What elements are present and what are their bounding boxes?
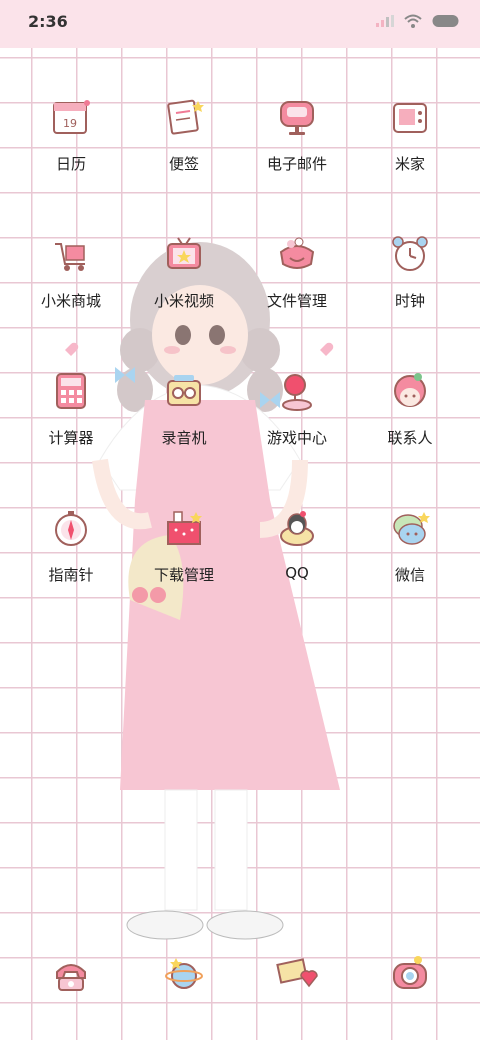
messages-icon[interactable] [275,952,319,996]
phone-icon[interactable] [49,952,93,996]
clock-icon [392,236,428,271]
compass-icon [55,511,87,546]
app-mihome[interactable]: 米家 [355,95,465,205]
app-download[interactable]: 下载管理 [129,506,239,616]
app-qq[interactable]: QQ [242,506,352,616]
qq-icon [280,511,314,546]
notes-icon [167,99,204,135]
app-label: 便签 [168,155,199,173]
app-file-manager[interactable]: 文件管理 [242,232,352,342]
app-label: 游戏中心 [266,429,327,447]
signal-icon [376,15,394,27]
video-icon [167,237,201,269]
app-label: 文件管理 [266,292,327,310]
app-label: 米家 [394,155,425,173]
browser-icon[interactable] [162,952,206,996]
file-manager-icon [279,237,315,269]
app-recorder[interactable]: 录音机 [129,369,239,479]
camera-icon[interactable] [388,952,432,996]
calculator-icon [56,373,86,409]
app-calculator[interactable]: 计算器 [16,369,126,479]
app-mall[interactable]: 小米商城 [16,232,126,342]
app-wechat[interactable]: 微信 [355,506,465,616]
email-icon [280,101,314,135]
app-game-center[interactable]: 游戏中心 [242,369,352,479]
app-label: 电子邮件 [266,155,327,173]
app-email[interactable]: 电子邮件 [242,95,352,205]
app-label: 小米视频 [153,292,214,310]
app-label: 录音机 [161,429,207,447]
app-contacts[interactable]: 联系人 [355,369,465,479]
status-bar: 2:36 [0,0,480,48]
status-icons [376,14,460,28]
app-label: 小米商城 [40,292,101,310]
wechat-icon [393,512,430,545]
game-center-icon [282,374,312,411]
app-clock[interactable]: 时钟 [355,232,465,342]
app-label: 计算器 [48,429,94,447]
app-label: 时钟 [394,292,425,310]
app-label: QQ [285,564,309,582]
battery-icon [432,15,459,27]
app-calendar[interactable]: 19 日历 [16,95,126,205]
app-video[interactable]: 小米视频 [129,232,239,342]
wifi-icon [404,14,422,28]
svg-text:19: 19 [63,117,77,130]
contacts-icon [394,373,426,407]
app-label: 微信 [394,566,425,584]
status-time: 2:36 [28,11,68,31]
recorder-icon [167,375,201,406]
app-label: 下载管理 [153,566,214,584]
calendar-icon: 19 [53,100,90,134]
app-label: 指南针 [48,566,94,584]
app-notes[interactable]: 便签 [129,95,239,205]
mihome-icon [393,103,427,133]
mall-icon [55,243,85,271]
app-compass[interactable]: 指南针 [16,506,126,616]
app-label: 联系人 [387,429,433,447]
app-label: 日历 [55,155,86,173]
download-icon [167,511,202,545]
